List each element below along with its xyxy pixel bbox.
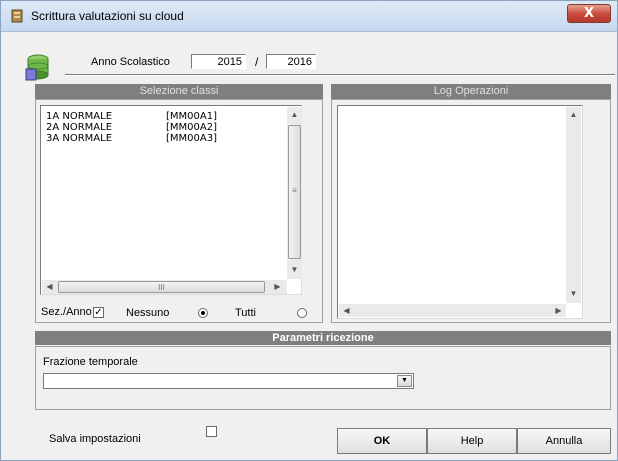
- vertical-scroll-thumb[interactable]: ≡: [288, 125, 301, 259]
- salva-impostazioni-checkbox[interactable]: [206, 426, 217, 437]
- frazione-temporale-label: Frazione temporale: [43, 356, 138, 368]
- checkmark-icon: ✓: [94, 307, 103, 318]
- scroll-grip-icon: ≡: [292, 186, 297, 195]
- list-item[interactable]: 3A NORMALE: [46, 133, 112, 144]
- window-title: Scrittura valutazioni su cloud: [31, 9, 184, 23]
- classes-listbox[interactable]: 1A NORMALE [MM00A1] 2A NORMALE [MM00A2] …: [40, 105, 302, 295]
- scroll-left-icon[interactable]: ◀: [42, 282, 57, 291]
- scroll-right-icon[interactable]: ▶: [270, 282, 285, 291]
- list-item-code: [MM00A1]: [166, 111, 217, 122]
- chevron-down-icon[interactable]: ▼: [397, 375, 412, 387]
- sez-anno-checkbox[interactable]: ✓: [93, 307, 104, 318]
- sez-anno-label: Sez./Anno: [41, 306, 92, 318]
- anno-scolastico-label: Anno Scolastico: [91, 56, 170, 68]
- database-icon: [25, 54, 49, 81]
- salva-impostazioni-label: Salva impostazioni: [49, 433, 141, 445]
- classes-horizontal-scrollbar[interactable]: ◀ III ▶: [42, 280, 287, 294]
- app-icon: [11, 9, 23, 23]
- close-button[interactable]: X: [567, 4, 611, 23]
- year-start-field[interactable]: 2015: [191, 54, 246, 69]
- nessuno-radio[interactable]: [198, 308, 208, 318]
- log-vertical-scrollbar[interactable]: ▲ ▼: [566, 107, 581, 303]
- selezione-classi-header: Selezione classi: [35, 84, 323, 99]
- list-item[interactable]: 2A NORMALE: [46, 122, 112, 133]
- scroll-up-icon[interactable]: ▲: [287, 110, 302, 119]
- title-bar[interactable]: Scrittura valutazioni su cloud X: [1, 1, 617, 32]
- header-divider: [65, 74, 615, 76]
- scroll-up-icon[interactable]: ▲: [566, 110, 581, 119]
- annulla-button[interactable]: Annulla: [517, 428, 611, 454]
- log-textarea[interactable]: ▲ ▼ ◀ ▶: [337, 105, 583, 319]
- list-item[interactable]: 1A NORMALE: [46, 111, 112, 122]
- close-icon: X: [583, 6, 595, 21]
- tutti-radio[interactable]: [297, 308, 307, 318]
- help-button[interactable]: Help: [427, 428, 517, 454]
- parametri-ricezione-header: Parametri ricezione: [35, 331, 611, 345]
- year-separator: /: [255, 55, 259, 69]
- tutti-label: Tutti: [235, 307, 256, 319]
- classes-vertical-scrollbar[interactable]: ▲ ≡ ▼: [287, 107, 302, 279]
- scroll-down-icon[interactable]: ▼: [287, 265, 302, 274]
- year-end-field[interactable]: 2016: [266, 54, 316, 69]
- scroll-down-icon[interactable]: ▼: [566, 289, 581, 298]
- frazione-temporale-select[interactable]: ▼: [43, 373, 414, 389]
- list-item-code: [MM00A2]: [166, 122, 217, 133]
- ok-button[interactable]: OK: [337, 428, 427, 454]
- nessuno-label: Nessuno: [126, 307, 170, 319]
- log-operazioni-header: Log Operazioni: [331, 84, 611, 99]
- log-horizontal-scrollbar[interactable]: ◀ ▶: [339, 304, 566, 317]
- scroll-right-icon[interactable]: ▶: [551, 306, 566, 315]
- scroll-left-icon[interactable]: ◀: [339, 306, 354, 315]
- dialog-window: Scrittura valutazioni su cloud X Anno Sc…: [0, 0, 618, 461]
- horizontal-scroll-thumb[interactable]: III: [58, 281, 265, 293]
- list-item-code: [MM00A3]: [166, 133, 217, 144]
